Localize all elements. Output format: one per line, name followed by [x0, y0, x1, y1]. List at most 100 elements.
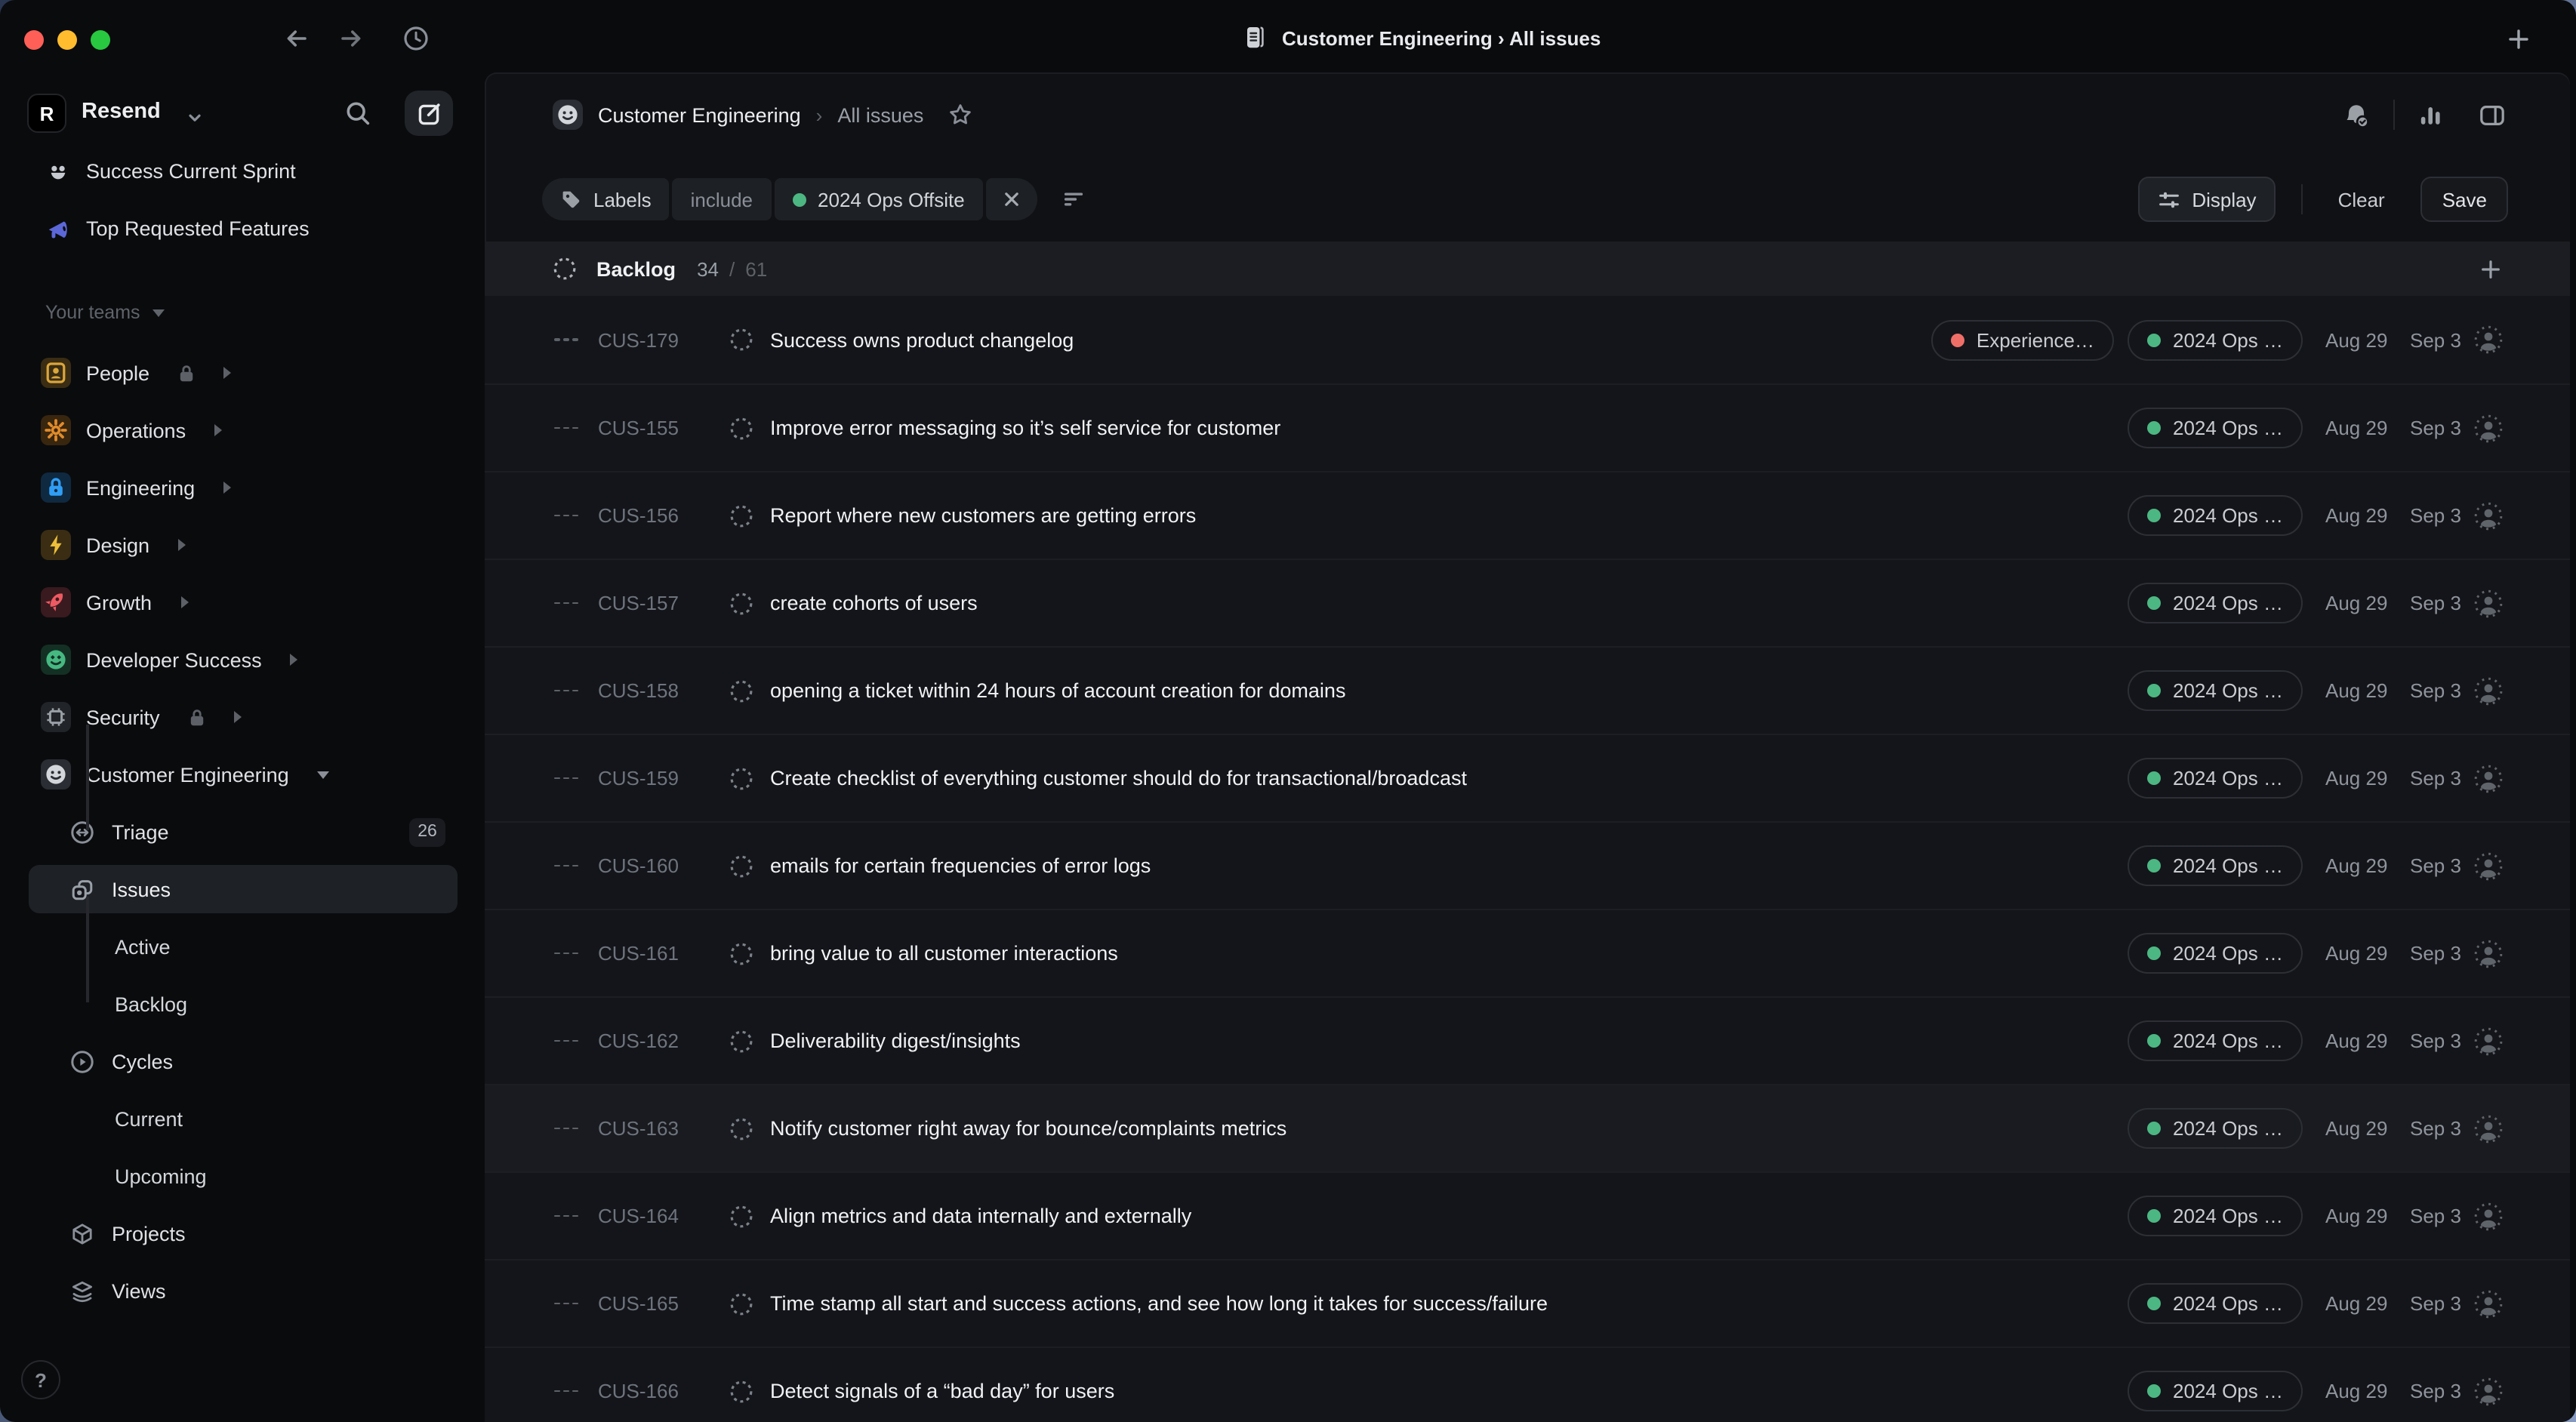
- assignee-avatar-placeholder[interactable]: [2473, 851, 2504, 881]
- issue-row[interactable]: CUS-166 Detect signals of a “bad day” fo…: [485, 1347, 2570, 1422]
- priority-icon[interactable]: [554, 602, 580, 604]
- status-backlog-icon[interactable]: [729, 854, 753, 878]
- sidebar-team-growth[interactable]: Growth: [0, 574, 485, 631]
- chevron-right-icon[interactable]: [234, 711, 242, 723]
- status-backlog-icon[interactable]: [729, 1291, 753, 1316]
- assignee-avatar-placeholder[interactable]: [2473, 1201, 2504, 1231]
- breadcrumb-view[interactable]: All issues: [837, 103, 923, 126]
- priority-icon[interactable]: [554, 864, 580, 866]
- issue-title[interactable]: opening a ticket within 24 hours of acco…: [770, 679, 2128, 702]
- sidebar-team-security[interactable]: Security: [0, 688, 485, 746]
- priority-icon[interactable]: [554, 514, 580, 516]
- label-pill[interactable]: 2024 Ops …: [2128, 1283, 2303, 1324]
- assignee-avatar-placeholder[interactable]: [2473, 500, 2504, 531]
- issue-title[interactable]: Align metrics and data internally and ex…: [770, 1205, 2128, 1227]
- minimize-button[interactable]: [57, 30, 77, 50]
- sidebar-team-people[interactable]: People: [0, 344, 485, 402]
- label-pill[interactable]: 2024 Ops …: [2128, 933, 2303, 974]
- issue-title[interactable]: Success owns product changelog: [770, 328, 1931, 351]
- assignee-avatar-placeholder[interactable]: [2473, 1288, 2504, 1319]
- sidebar-item-views[interactable]: Views: [0, 1262, 485, 1319]
- label-pill[interactable]: 2024 Ops …: [2128, 319, 2303, 360]
- issue-row[interactable]: CUS-156 Report where new customers are g…: [485, 471, 2570, 559]
- sidebar-item-backlog[interactable]: Backlog: [0, 975, 485, 1033]
- chevron-right-icon[interactable]: [178, 539, 186, 551]
- status-backlog-icon[interactable]: [729, 1116, 753, 1140]
- clear-button[interactable]: Clear: [2329, 188, 2394, 211]
- sidebar-item-cycles[interactable]: Cycles: [0, 1033, 485, 1090]
- assignee-avatar-placeholder[interactable]: [2473, 763, 2504, 793]
- label-pill[interactable]: 2024 Ops …: [2128, 845, 2303, 886]
- side-panel-toggle-icon[interactable]: [2478, 100, 2507, 129]
- label-pill[interactable]: 2024 Ops …: [2128, 1108, 2303, 1149]
- add-issue-plus-icon[interactable]: [2479, 257, 2502, 280]
- breadcrumb-team[interactable]: Customer Engineering: [598, 103, 801, 126]
- priority-icon[interactable]: [554, 777, 580, 779]
- display-button[interactable]: Display: [2137, 177, 2276, 222]
- issue-row[interactable]: CUS-157 create cohorts of users 2024 Ops…: [485, 559, 2570, 646]
- priority-icon[interactable]: [554, 952, 580, 954]
- insights-chart-icon[interactable]: [2417, 101, 2445, 128]
- label-pill[interactable]: 2024 Ops …: [2128, 1196, 2303, 1236]
- priority-icon[interactable]: [554, 338, 580, 340]
- sidebar-team-developer-success[interactable]: Developer Success: [0, 631, 485, 688]
- add-filter-icon[interactable]: [1062, 187, 1086, 211]
- label-pill[interactable]: 2024 Ops …: [2128, 758, 2303, 799]
- status-backlog-icon[interactable]: [729, 1204, 753, 1228]
- status-backlog-icon[interactable]: [729, 1029, 753, 1053]
- sidebar-item-success-current-sprint[interactable]: Success Current Sprint: [0, 142, 485, 199]
- status-backlog-icon[interactable]: [729, 503, 753, 528]
- status-backlog-icon[interactable]: [729, 766, 753, 790]
- compose-button[interactable]: [405, 91, 453, 136]
- sidebar-item-issues[interactable]: Issues: [0, 860, 485, 918]
- issue-row[interactable]: CUS-164 Align metrics and data internall…: [485, 1171, 2570, 1259]
- status-backlog-icon[interactable]: [729, 591, 753, 615]
- back-icon[interactable]: [284, 26, 310, 51]
- assignee-avatar-placeholder[interactable]: [2473, 413, 2504, 443]
- assignee-avatar-placeholder[interactable]: [2473, 1376, 2504, 1406]
- sidebar-team-operations[interactable]: Operations: [0, 402, 485, 459]
- search-icon[interactable]: [344, 100, 371, 127]
- issue-title[interactable]: Detect signals of a “bad day” for users: [770, 1380, 2128, 1402]
- filter-operator[interactable]: include: [673, 178, 771, 220]
- issue-title[interactable]: create cohorts of users: [770, 592, 2128, 614]
- label-pill[interactable]: 2024 Ops …: [2128, 495, 2303, 536]
- issue-title[interactable]: Deliverability digest/insights: [770, 1030, 2128, 1052]
- sidebar-team-design[interactable]: Design: [0, 516, 485, 574]
- issue-row[interactable]: CUS-162 Deliverability digest/insights 2…: [485, 996, 2570, 1084]
- filter-value[interactable]: 2024 Ops Offsite: [774, 178, 983, 220]
- chevron-right-icon[interactable]: [223, 367, 231, 379]
- chevron-right-icon[interactable]: [223, 482, 231, 494]
- status-backlog-icon[interactable]: [729, 416, 753, 440]
- filter-remove[interactable]: [986, 178, 1037, 220]
- notification-bell-icon[interactable]: [2342, 100, 2371, 129]
- assignee-avatar-placeholder[interactable]: [2473, 676, 2504, 706]
- issue-title[interactable]: Notify customer right away for bounce/co…: [770, 1117, 2128, 1140]
- issue-title[interactable]: emails for certain frequencies of error …: [770, 854, 2128, 877]
- workspace-logo[interactable]: R: [27, 94, 66, 133]
- close-button[interactable]: [24, 30, 44, 50]
- label-pill[interactable]: 2024 Ops …: [2128, 670, 2303, 711]
- sidebar-team-engineering[interactable]: Engineering: [0, 459, 485, 516]
- status-backlog-icon[interactable]: [729, 1379, 753, 1403]
- label-pill[interactable]: 2024 Ops …: [2128, 583, 2303, 623]
- priority-icon[interactable]: [554, 426, 580, 429]
- priority-icon[interactable]: [554, 1302, 580, 1304]
- help-button[interactable]: ?: [21, 1360, 60, 1399]
- issue-row[interactable]: CUS-159 Create checklist of everything c…: [485, 734, 2570, 821]
- your-teams-header[interactable]: Your teams: [45, 302, 165, 323]
- workspace-name[interactable]: Resend: [82, 100, 161, 124]
- sidebar-item-active[interactable]: Active: [0, 918, 485, 975]
- priority-icon[interactable]: [554, 689, 580, 691]
- status-backlog-icon[interactable]: [729, 941, 753, 965]
- filter-field[interactable]: Labels: [542, 178, 670, 220]
- issue-row[interactable]: CUS-161 bring value to all customer inte…: [485, 909, 2570, 996]
- chevron-right-icon[interactable]: [291, 654, 298, 666]
- history-clock-icon[interactable]: [402, 24, 430, 53]
- issue-row[interactable]: CUS-179 Success owns product changelog E…: [485, 296, 2570, 383]
- issue-row[interactable]: CUS-155 Improve error messaging so it’s …: [485, 383, 2570, 471]
- issue-title[interactable]: Create checklist of everything customer …: [770, 767, 2128, 789]
- favorite-star-icon[interactable]: [948, 103, 972, 127]
- status-backlog-icon[interactable]: [729, 679, 753, 703]
- chevron-down-icon[interactable]: [187, 110, 202, 125]
